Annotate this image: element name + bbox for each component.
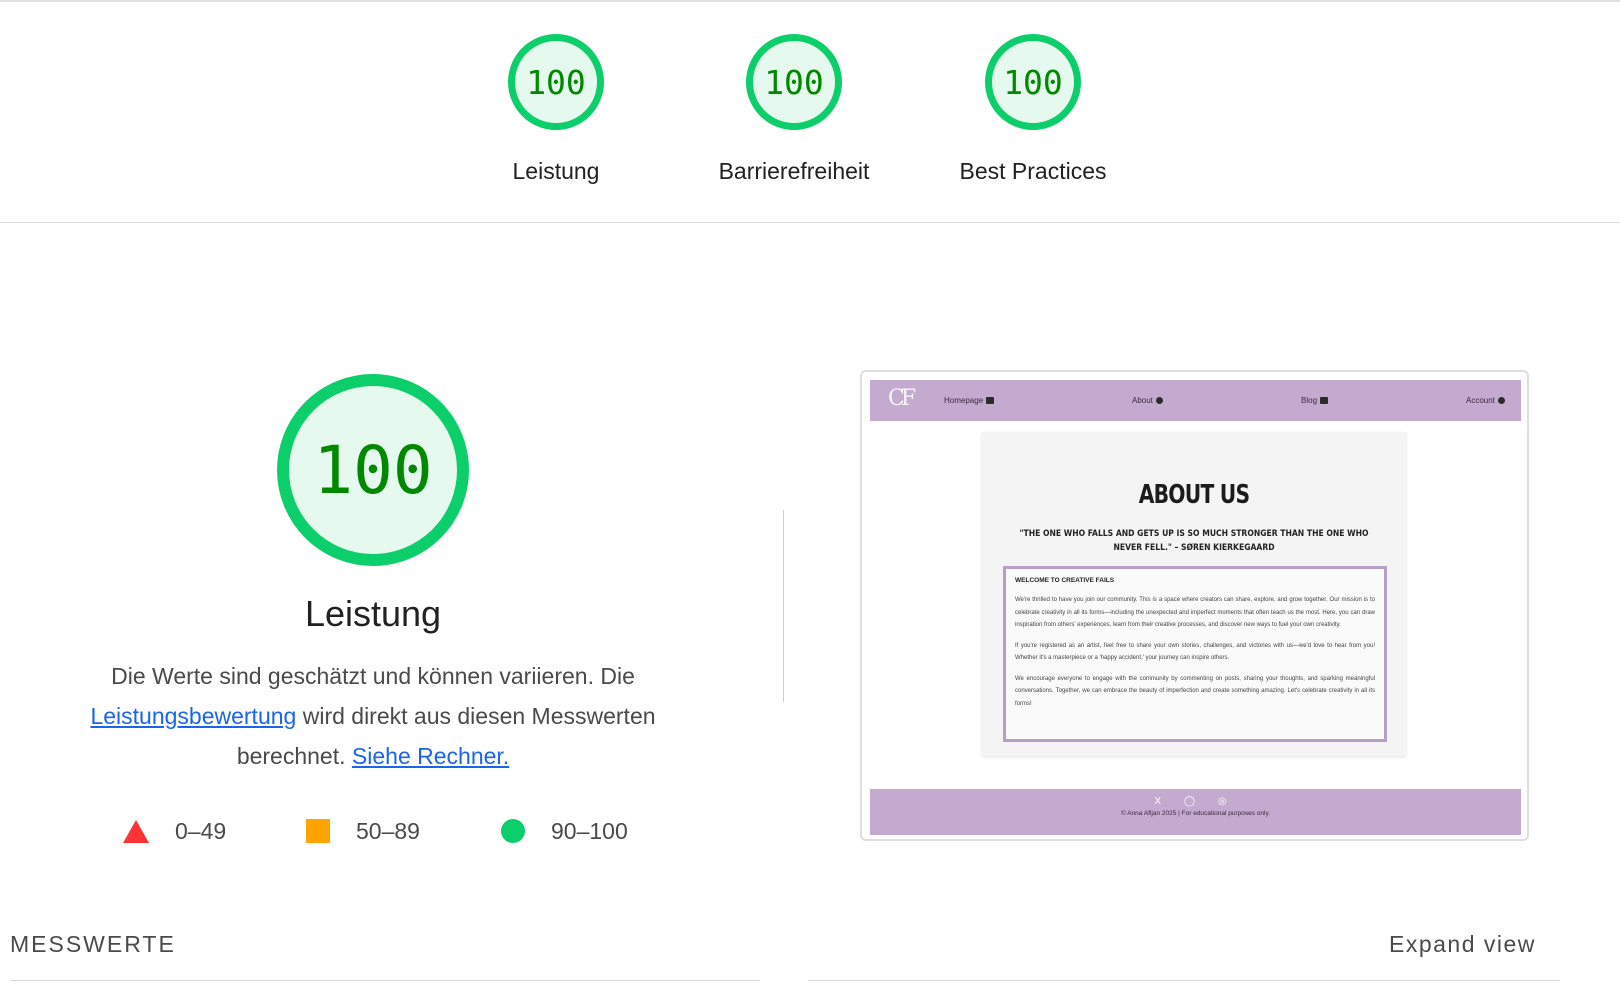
description-text: Die Werte sind geschätzt und können vari… bbox=[111, 663, 635, 689]
metrics-divider-right bbox=[808, 980, 1560, 981]
gauge-best-practices[interactable]: 100 Best Practices bbox=[923, 34, 1143, 185]
welcome-paragraph: We're thrilled to have you join our comm… bbox=[1015, 597, 1375, 628]
legend-average: 50–89 bbox=[306, 814, 420, 848]
gauge-label: Best Practices bbox=[959, 158, 1107, 184]
performance-score: 100 bbox=[313, 431, 433, 509]
gauge-score: 100 bbox=[764, 62, 824, 102]
welcome-paragraph: If you're registered as an artist, feel … bbox=[1015, 642, 1375, 662]
site-nav-account: Account bbox=[1466, 396, 1505, 405]
legend-range: 0–49 bbox=[175, 817, 227, 844]
legend-range: 90–100 bbox=[551, 817, 628, 844]
gauge-label: Barrierefreiheit bbox=[718, 158, 870, 184]
final-screenshot[interactable]: CF Homepage About Blog Account ABOUT US … bbox=[860, 370, 1529, 841]
square-icon bbox=[306, 819, 330, 843]
gauge-ring: 100 bbox=[508, 34, 604, 130]
home-icon bbox=[986, 397, 995, 404]
footer-copyright: © Anna Afljan 2025 | For educational pur… bbox=[1120, 810, 1271, 817]
calculator-link[interactable]: Siehe Rechner. bbox=[352, 743, 509, 769]
social-icons: X ◯ ◎ bbox=[1154, 796, 1237, 807]
gauge-score: 100 bbox=[1003, 62, 1063, 102]
welcome-box: WELCOME TO CREATIVE FAILS We're thrilled… bbox=[1003, 566, 1387, 742]
metrics-section-label: MESSWERTE bbox=[10, 931, 176, 957]
about-card: ABOUT US "THE ONE WHO FALLS AND GETS UP … bbox=[982, 432, 1406, 756]
triangle-icon bbox=[123, 819, 149, 843]
metrics-divider-left bbox=[10, 980, 760, 981]
lighthouse-report: 100 Leistung 100 Barrierefreiheit 100 Be… bbox=[0, 0, 1620, 994]
legend-range: 50–89 bbox=[356, 817, 420, 844]
about-quote: "THE ONE WHO FALLS AND GETS UP IS SO MUC… bbox=[1019, 529, 1369, 553]
legend-pass: 90–100 bbox=[501, 814, 628, 848]
gauge-accessibility[interactable]: 100 Barrierefreiheit bbox=[684, 34, 904, 185]
welcome-paragraph: We encourage everyone to engage with the… bbox=[1015, 675, 1375, 707]
user-icon bbox=[1497, 397, 1505, 404]
performance-gauge-large: 100 bbox=[277, 374, 469, 566]
scoring-link[interactable]: Leistungsbewertung bbox=[90, 703, 296, 729]
site-navbar: CF Homepage About Blog Account bbox=[870, 380, 1521, 421]
performance-title: Leistung bbox=[304, 593, 442, 634]
welcome-title: WELCOME TO CREATIVE FAILS bbox=[1015, 577, 1115, 584]
nav-label: Homepage bbox=[944, 396, 984, 405]
gauge-ring: 100 bbox=[746, 34, 842, 130]
header-divider bbox=[0, 222, 1620, 223]
circle-icon bbox=[501, 819, 525, 843]
expand-view-button[interactable]: Expand view bbox=[1389, 931, 1536, 958]
blog-icon bbox=[1320, 397, 1329, 404]
site-footer: X ◯ ◎ © Anna Afljan 2025 | For education… bbox=[870, 789, 1521, 835]
about-heading: ABOUT US bbox=[1138, 480, 1250, 510]
gauge-ring: 100 bbox=[985, 34, 1081, 130]
performance-description: Die Werte sind geschätzt und können vari… bbox=[63, 656, 683, 776]
info-icon bbox=[1155, 397, 1163, 404]
gauge-score: 100 bbox=[526, 62, 586, 102]
vertical-divider bbox=[783, 510, 784, 702]
nav-label: About bbox=[1132, 396, 1153, 405]
gauge-label: Leistung bbox=[512, 158, 600, 184]
site-nav-homepage: Homepage bbox=[944, 396, 995, 405]
site-logo: CF bbox=[888, 386, 916, 411]
gauge-performance[interactable]: 100 Leistung bbox=[446, 34, 666, 185]
top-divider bbox=[0, 0, 1620, 2]
site-nav-blog: Blog bbox=[1301, 396, 1329, 405]
nav-label: Account bbox=[1466, 396, 1495, 405]
site-nav-about: About bbox=[1132, 396, 1163, 405]
legend-fail: 0–49 bbox=[123, 814, 226, 848]
nav-label: Blog bbox=[1301, 396, 1318, 405]
